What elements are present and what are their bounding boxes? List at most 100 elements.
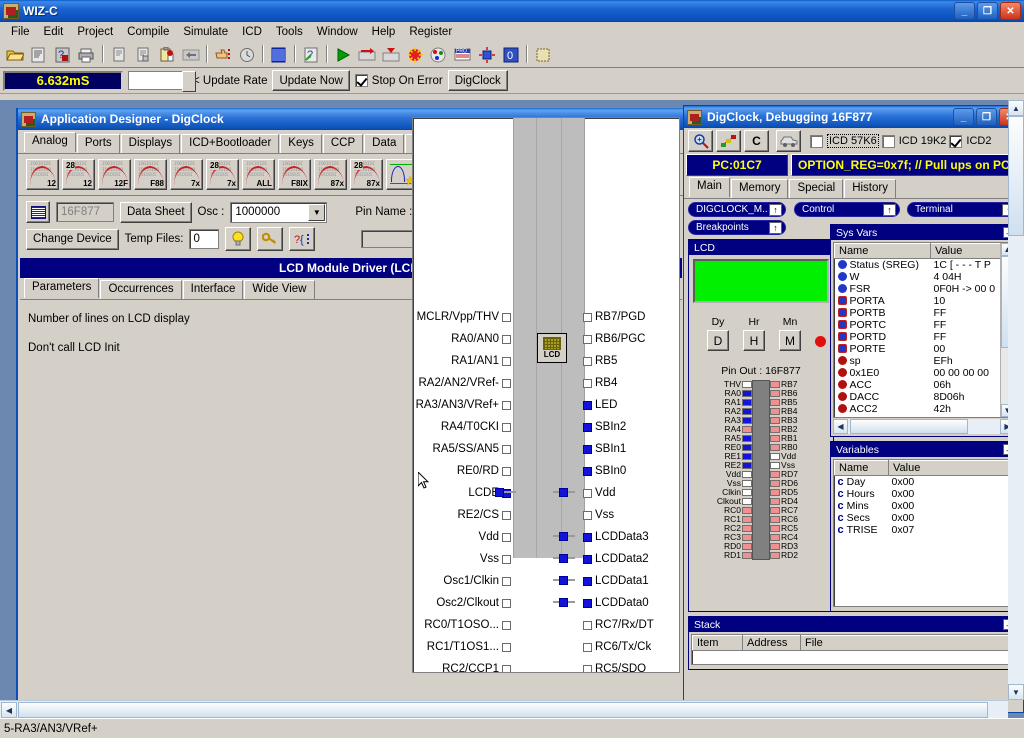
icd-19k2-checkbox[interactable] xyxy=(881,134,895,148)
scroll-thumb-h[interactable] xyxy=(850,419,968,434)
component-icon-12b[interactable]: IOIOI IOOIOIOO IOIOIOI 28 12 xyxy=(62,159,95,190)
tab-memory[interactable]: Memory xyxy=(730,179,789,198)
pin-left-osc2-clkout[interactable]: Osc2/Clkout xyxy=(436,592,511,614)
table-row[interactable]: ACC2 42h xyxy=(835,403,1014,415)
hour-button-group[interactable]: Hr H xyxy=(743,316,765,351)
menu-item-register[interactable]: Register xyxy=(402,24,459,40)
chip-grid-icon[interactable] xyxy=(267,44,290,66)
pin-left-mclr-vpp-thv[interactable]: MCLR/Vpp/THV xyxy=(417,306,511,328)
variables-grid-wrapper[interactable]: Name Value c Day 0x00 c Hours 0x00 c Mins 0x00 c S… xyxy=(833,459,1015,607)
menu-item-project[interactable]: Project xyxy=(70,24,120,40)
pinout-pin[interactable] xyxy=(770,417,780,424)
tab-parameters[interactable]: Parameters xyxy=(24,278,100,298)
table-row[interactable]: PORTA 10 xyxy=(835,295,1014,307)
menu-item-icd[interactable]: ICD xyxy=(235,24,269,40)
run-green-icon[interactable] xyxy=(331,44,354,66)
pin-left-re0-rd[interactable]: RE0/RD xyxy=(457,460,511,482)
update-now-button[interactable]: Update Now xyxy=(272,70,350,91)
pro-icon[interactable]: PRO xyxy=(451,44,474,66)
pin-right-vss[interactable]: Vss xyxy=(583,504,614,526)
pill-restore-icon[interactable]: ↑ xyxy=(769,221,782,234)
pin-node-lcde[interactable] xyxy=(495,488,504,497)
hand-point-icon[interactable] xyxy=(211,44,234,66)
tab-interface[interactable]: Interface xyxy=(182,280,244,299)
pin-square[interactable] xyxy=(583,620,592,630)
zoom-in-icon[interactable] xyxy=(688,130,713,152)
pinout-pin[interactable] xyxy=(742,435,752,442)
breakpoint-icon[interactable] xyxy=(403,44,426,66)
pill-terminal[interactable]: Terminal ↑ xyxy=(907,202,1019,217)
pin-square[interactable] xyxy=(502,378,511,388)
document-icon[interactable] xyxy=(107,44,130,66)
component-icon-87xa[interactable]: IOOIOIOI IOOIOIOO IOIOIOI 87x xyxy=(314,159,347,190)
car-icon[interactable] xyxy=(776,130,801,152)
pin-square[interactable] xyxy=(583,576,592,586)
component-icon-12a[interactable]: IOOIOIOI IOOIOIOO IOIOIOI 12 xyxy=(26,159,59,190)
pin-square[interactable] xyxy=(502,356,511,366)
pinout-pin[interactable] xyxy=(770,543,780,550)
icd-57k6-group[interactable]: ICD 57K6 xyxy=(810,134,879,148)
pinout-pin[interactable] xyxy=(770,534,780,541)
table-row[interactable]: Status (SREG) 1C [ - - - T P xyxy=(835,259,1014,271)
pin-left-rc1-t1os1-[interactable]: RC1/T1OS1... xyxy=(427,636,511,658)
tab-ports[interactable]: Ports xyxy=(76,134,120,153)
pin-left-vss[interactable]: Vss xyxy=(480,548,511,570)
pin-left-ra3-an3-vref-[interactable]: RA3/AN3/VRef+ xyxy=(416,394,511,416)
sun-icon[interactable] xyxy=(475,44,498,66)
pin-square[interactable] xyxy=(583,356,592,366)
lightbulb-icon[interactable] xyxy=(225,227,252,251)
pin-left-rc0-t1oso-[interactable]: RC0/T1OSO... xyxy=(424,614,511,636)
pinout-pin[interactable] xyxy=(770,381,780,388)
pin-left-osc1-clkin[interactable]: Osc1/Clkin xyxy=(443,570,511,592)
sysvars-grid-wrapper[interactable]: Name Value Status (SREG) 1C [ - - - T PW4… xyxy=(833,242,1015,418)
table-row[interactable]: W4 04H xyxy=(835,271,1014,283)
pinout-right-rd2[interactable]: RD2 xyxy=(770,551,811,560)
pin-left-re2-cs[interactable]: RE2/CS xyxy=(457,504,511,526)
pin-left-ra4-t0cki[interactable]: RA4/T0CKI xyxy=(441,416,511,438)
tab-main[interactable]: Main xyxy=(689,177,730,197)
pin-square[interactable] xyxy=(583,510,592,520)
table-row[interactable]: PORTC FF xyxy=(835,319,1014,331)
stack-grid-wrapper[interactable]: Item Address File xyxy=(691,634,1015,665)
menu-item-window[interactable]: Window xyxy=(310,24,365,40)
pin-square[interactable] xyxy=(583,488,592,498)
pin-left-vdd[interactable]: Vdd xyxy=(479,526,511,548)
tab-data[interactable]: Data xyxy=(364,134,405,153)
pinout-pin[interactable] xyxy=(742,489,752,496)
pin-right-lcddata3[interactable]: LCDData3 xyxy=(583,526,649,548)
clipboard-icon[interactable] xyxy=(155,44,178,66)
pinout-pin[interactable] xyxy=(742,444,752,451)
save-query-icon[interactable]: ? xyxy=(51,44,74,66)
scroll-left-icon[interactable]: ◀ xyxy=(833,419,848,434)
pin-node[interactable] xyxy=(559,532,568,541)
pin-square[interactable] xyxy=(583,532,592,542)
data-sheet-button[interactable]: Data Sheet xyxy=(120,201,192,223)
pin-node[interactable] xyxy=(559,488,568,497)
pin-right-rc7-rx-dt[interactable]: RC7/Rx/DT xyxy=(583,614,654,636)
pin-right-rc5-sdo[interactable]: RC5/SDO xyxy=(583,658,646,672)
component-icon-f8ix[interactable]: IOOIOIOI IOOIOIOO IOIOIOI F8IX xyxy=(278,159,311,190)
pin-square[interactable] xyxy=(502,444,511,454)
pin-square[interactable] xyxy=(502,642,511,652)
frame-icon[interactable] xyxy=(531,44,554,66)
pin-square[interactable] xyxy=(502,510,511,520)
back-arrow-icon[interactable] xyxy=(179,44,202,66)
digclock-minimize-button[interactable]: _ xyxy=(953,108,974,126)
menu-item-file[interactable]: File xyxy=(4,24,37,40)
pinout-pin[interactable] xyxy=(742,426,752,433)
component-icon-87xb[interactable]: IOIOI IOOIOIOO IOIOIOI 28 87x xyxy=(350,159,383,190)
pinout-pin[interactable] xyxy=(742,498,752,505)
menu-item-compile[interactable]: Compile xyxy=(120,24,176,40)
mdi-scroll-up-icon[interactable]: ▲ xyxy=(1008,100,1024,116)
pinout-pin[interactable] xyxy=(770,489,780,496)
table-row[interactable]: c Hours 0x00 xyxy=(835,488,1014,500)
pinout-pin[interactable] xyxy=(742,399,752,406)
pin-right-lcddata1[interactable]: LCDData1 xyxy=(583,570,649,592)
list-icon[interactable] xyxy=(27,44,50,66)
key-icon[interactable] xyxy=(257,227,284,251)
tab-icd-bootloader[interactable]: ICD+Bootloader xyxy=(181,134,280,153)
pinout-pin[interactable] xyxy=(742,417,752,424)
day-button-group[interactable]: Dy D xyxy=(707,316,729,351)
pinout-pin[interactable] xyxy=(770,426,780,433)
pinout-left-rd1[interactable]: RD1 xyxy=(711,551,752,560)
